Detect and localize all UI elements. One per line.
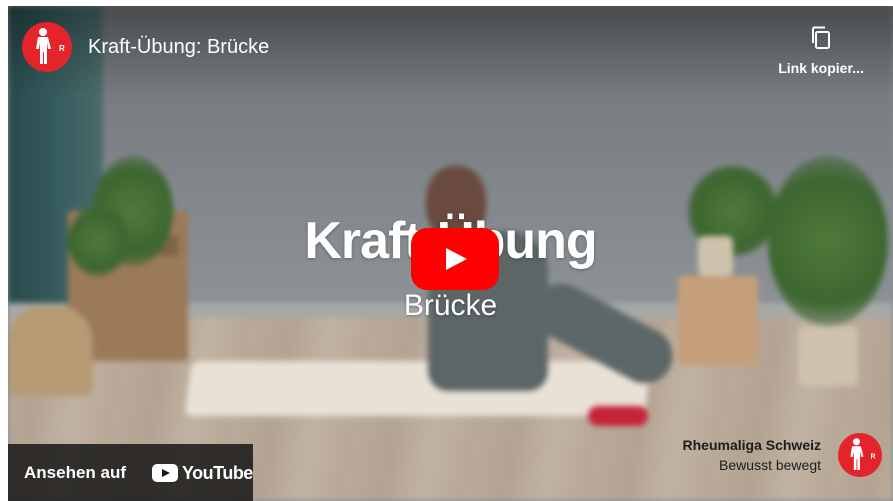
channel-avatar[interactable]: R [22, 22, 72, 72]
watch-on-label: Ansehen auf [24, 463, 127, 482]
brand-tagline: Bewusst bewegt [719, 457, 821, 473]
brand-name: Rheumaliga Schweiz [682, 437, 821, 453]
play-button[interactable] [411, 228, 499, 290]
rheumaliga-figure-icon: R [36, 28, 65, 64]
rheumaliga-figure-icon: R [850, 438, 876, 470]
youtube-play-icon [152, 464, 178, 482]
youtube-logo: YouTube [152, 463, 253, 483]
copy-icon [812, 26, 830, 49]
video-player[interactable]: Kraft-Übung Brücke R Kraft-Übung: Brücke… [8, 6, 893, 501]
play-icon [446, 248, 467, 270]
watch-on-youtube-button[interactable]: Ansehen auf YouTube [8, 444, 253, 501]
copy-link-button[interactable]: Link kopier... [766, 24, 876, 76]
copy-link-label: Link kopier... [778, 60, 864, 76]
video-title[interactable]: Kraft-Übung: Brücke [88, 36, 269, 59]
youtube-wordmark: YouTube [182, 463, 253, 483]
svg-text:R: R [59, 44, 65, 53]
video-overlay-subtitle: Brücke [403, 289, 498, 322]
svg-text:R: R [871, 454, 876, 461]
brand-logo: R [838, 433, 882, 477]
